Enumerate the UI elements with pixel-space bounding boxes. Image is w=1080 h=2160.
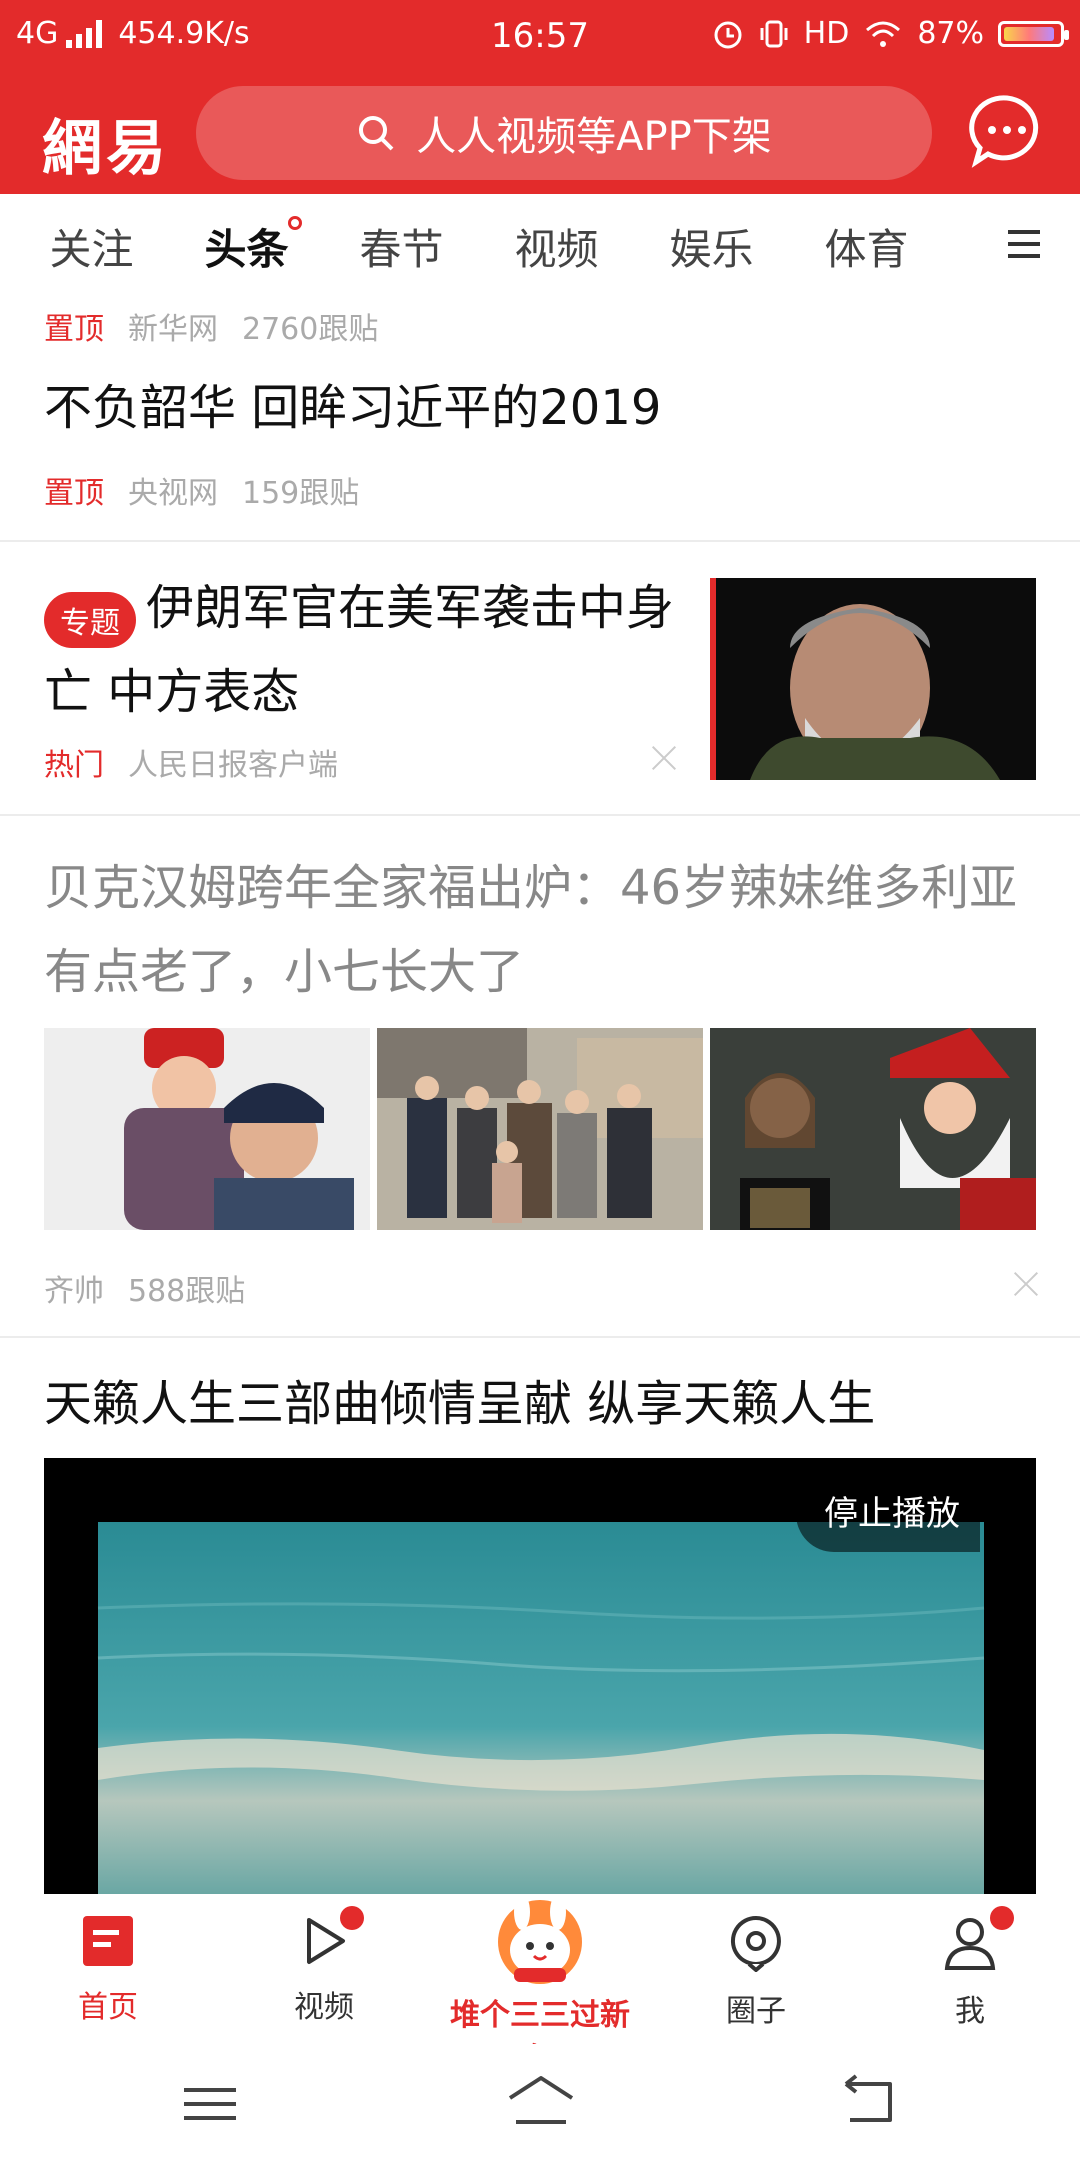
tab-sports[interactable]: 体育 [789,216,944,277]
tab-entertainment[interactable]: 娱乐 [634,216,789,277]
item1-top-meta: 置顶 新华网 2760跟贴 [44,304,378,348]
battery-icon [998,20,1069,47]
app-header: 網易 人人视频等APP下架 [0,78,1080,194]
nav-me-label: 我 [955,1994,985,2029]
home-icon [83,1916,133,1966]
article-image-1[interactable] [44,1028,370,1230]
nav-me[interactable]: 我 [900,1906,1040,2030]
item3-meta: 齐帅 588跟贴 [44,1266,245,1310]
dismiss-icon[interactable] [652,746,676,770]
back-icon[interactable] [842,2074,896,2126]
comment-count: 159跟贴 [242,476,360,511]
logo: 網易 [42,114,170,184]
message-icon[interactable] [968,92,1046,170]
menu-icon[interactable] [1008,226,1040,262]
tab-video[interactable]: 视频 [479,216,634,277]
bottom-navigation: 首页 视频 堆个三三过新年 圈子 我 [0,1894,1080,2077]
video-player[interactable]: 停止播放 [44,1458,1036,1894]
item2-meta: 热门 人民日报客户端 [44,740,362,784]
divider [0,540,1080,542]
source: 央视网 [128,476,218,511]
article-thumbnail[interactable] [710,578,1036,780]
ad-title[interactable]: 天籁人生三部曲倾情呈献 纵享天籁人生 [44,1362,1044,1446]
location-circle-icon [730,1916,781,1973]
home-button-icon[interactable] [506,2074,576,2126]
hot-tag: 热门 [44,748,104,783]
article-title[interactable]: 不负韶华 回眸习近平的2019 [44,366,1044,450]
badge-dot [340,1906,364,1930]
alarm-icon [714,21,742,48]
stop-play-button[interactable]: 停止播放 [796,1476,980,1552]
divider [0,1336,1080,1338]
recents-icon[interactable] [184,2084,236,2124]
tab-headline[interactable]: 头条 [169,215,324,277]
pinned-tag: 置顶 [44,476,104,511]
nav-video[interactable]: 视频 [254,1906,394,2026]
source: 齐帅 [44,1274,104,1309]
nav-circle-label: 圈子 [726,1994,786,2029]
item1-meta: 置顶 央视网 159跟贴 [44,468,359,512]
nav-circle[interactable]: 圈子 [686,1914,826,2030]
nav-home[interactable]: 首页 [38,1914,178,2026]
pinned-tag: 置顶 [44,312,104,347]
search-placeholder: 人人视频等APP下架 [416,114,772,160]
stop-play-label: 停止播放 [824,1494,960,1534]
article-title[interactable]: 贝克汉姆跨年全家福出炉：46岁辣妹维多利亚有点老了，小七长大了 [44,846,1040,1014]
tab-new-dot [288,215,302,230]
nav-video-label: 视频 [294,1990,354,2025]
wifi-icon [866,21,901,47]
comment-count: 588跟贴 [128,1274,246,1309]
source: 人民日报客户端 [128,748,338,783]
comment-count: 2760跟贴 [242,312,379,347]
search-icon [359,116,394,151]
tab-spring-festival[interactable]: 春节 [324,216,479,277]
system-navigation [0,2044,1080,2160]
search-bar[interactable]: 人人视频等APP下架 [196,86,932,180]
article-title: 伊朗军官在美军袭击中身亡 中方表态 [44,580,675,720]
badge-dot [990,1906,1014,1930]
nav-home-label: 首页 [78,1990,138,2025]
tab-headline-label: 头条 [204,224,289,274]
topic-badge: 专题 [44,591,136,648]
channel-tabs: 关注 头条 春节 视频 娱乐 体育 [0,194,1080,298]
article-image-3[interactable] [710,1028,1036,1230]
dismiss-icon[interactable] [1014,1272,1038,1296]
vibrate-icon [760,20,788,47]
battery-percent: 87% [917,16,984,51]
tab-follow[interactable]: 关注 [14,216,169,277]
mascot-icon [498,1894,582,1984]
status-bar: 4G 454.9K/s 16:57 HD 87% [0,0,1080,78]
article-image-2[interactable] [377,1028,703,1230]
source: 新华网 [128,312,218,347]
divider [0,814,1080,816]
item2-text[interactable]: 专题 伊朗军官在美军袭击中身亡 中方表态 [44,566,684,734]
hd-indicator: HD [803,16,850,51]
